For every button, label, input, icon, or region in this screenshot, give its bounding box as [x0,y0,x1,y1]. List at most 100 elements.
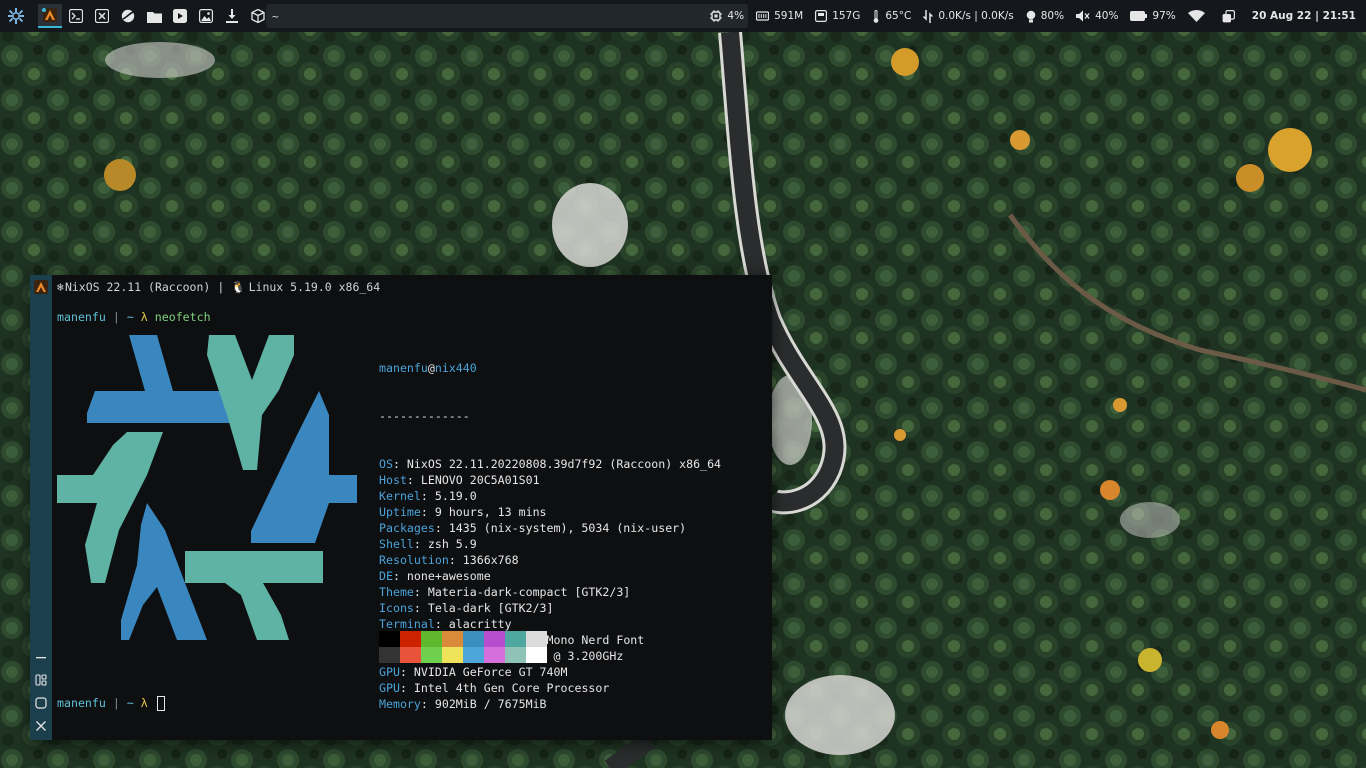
info-colon: : [413,585,421,599]
palette-swatch [526,631,547,647]
info-value: Intel 4th Gen Core Processor [406,681,610,695]
info-value: Materia-dark-compact [GTK2/3] [420,585,631,599]
info-value: LENOVO 20C5A01S01 [413,473,540,487]
cpu-indicator[interactable]: 4% [710,10,744,22]
close-icon[interactable] [35,720,47,732]
brightness-value: 80% [1040,10,1065,22]
lightbulb-icon [1026,10,1036,22]
info-value: NixOS 22.11.20220808.39d7f92 (Raccoon) x… [399,457,722,471]
files-icon[interactable] [142,4,166,28]
cpu-value: 4% [727,10,745,22]
info-colon: : [392,457,400,471]
alacritty-title-icon [30,275,52,299]
info-key: Host [379,473,407,487]
info-colon: : [392,569,400,583]
memory-icon [756,11,770,21]
info-row: OS: NixOS 22.11.20220808.39d7f92 (Raccoo… [379,456,721,472]
nixos-snowflake-icon: ❄ [57,280,64,294]
info-key: Kernel [379,489,421,503]
active-tag-indicator [42,8,46,12]
info-colon: : [399,681,407,695]
info-colon: : [420,697,428,711]
info-key: Resolution [379,553,449,567]
info-row: GPU: NVIDIA GeForce GT 740M [379,664,721,680]
info-value: Tela-dark [GTK2/3] [420,601,554,615]
terminal-output[interactable]: manenfu | ~ λ neofetch [57,309,211,325]
active-prompt-line[interactable]: manenfu | ~ λ [57,695,165,711]
info-key: Uptime [379,505,421,519]
nixos-ascii-logo [57,335,357,640]
info-key: GPU [379,681,400,695]
alacritty-icon[interactable] [38,4,62,28]
info-row: Uptime: 9 hours, 13 mins [379,504,721,520]
maximize-icon[interactable] [35,697,47,709]
network-manager-indicator[interactable] [1222,9,1240,23]
brightness-indicator[interactable]: 80% [1026,10,1064,23]
cpu-icon [710,10,723,22]
windows-stack-icon [1222,9,1235,22]
text-cursor [156,696,165,711]
youtube-icon[interactable] [168,4,192,28]
prompt-lambda: λ [140,310,148,324]
disk-indicator[interactable]: 157G [815,10,860,22]
palette-swatch-bright [400,647,421,663]
network-speed-icon [923,9,934,23]
info-key: Packages [379,521,435,535]
info-row: Icons: Tela-dark [GTK2/3] [379,600,721,616]
prompt-separator: | [112,696,120,710]
palette-swatch-bright [421,647,442,663]
temperature-indicator[interactable]: 65°C [872,9,912,23]
info-colon: : [434,617,442,631]
image-viewer-icon[interactable] [194,4,218,28]
command-prompt-input[interactable]: ~ [266,4,748,28]
title-kernel: Linux 5.19.0 x86_64 [248,280,381,294]
info-colon: : [448,553,456,567]
terminal-icon[interactable] [64,4,88,28]
info-colon: : [420,489,428,503]
terminal-titlebar[interactable]: ❄ NixOS 22.11 (Raccoon) | 🐧 Linux 5.19.0… [30,275,772,299]
palette-swatch-bright [379,647,400,663]
alacritty-terminal-window[interactable]: ❄ NixOS 22.11 (Raccoon) | 🐧 Linux 5.19.0… [30,275,772,740]
info-key: DE [379,569,393,583]
palette-swatch-bright [526,647,547,663]
browser-icon[interactable] [116,4,140,28]
info-value: zsh 5.9 [420,537,477,551]
info-value: 1366x768 [455,553,519,567]
info-rows: OS: NixOS 22.11.20220808.39d7f92 (Raccoo… [379,456,721,712]
prompt-directory: ~ [126,310,134,324]
disk-value: 157G [832,10,861,22]
volume-indicator[interactable]: 40% [1076,10,1118,22]
prompt-separator: | [112,310,120,324]
top-panel: ~ 4% 591M 157G 65°C 0.0K/s | 0.0K/s 80% [0,0,1366,32]
info-value: NVIDIA GeForce GT 740M [406,665,568,679]
info-row: DE: none+awesome [379,568,721,584]
info-colon: : [434,521,442,535]
network-indicator[interactable]: 0.0K/s | 0.0K/s [923,9,1014,23]
color-palette [379,631,547,663]
palette-swatch [463,631,484,647]
info-host: nix440 [434,361,477,375]
clock[interactable]: 20 Aug 22 | 21:51 [1252,10,1356,22]
layout-icon[interactable] [35,674,47,686]
wifi-icon [1187,10,1205,22]
temperature-value: 65°C [885,10,912,22]
info-value: 902MiB / 7675MiB [427,697,547,711]
title-separator: | [217,280,225,294]
volume-muted-icon [1076,10,1090,22]
nix-launcher-icon[interactable] [0,0,32,32]
minimize-icon[interactable] [35,651,47,663]
battery-indicator[interactable]: 97% [1130,10,1176,22]
download-icon[interactable] [220,4,244,28]
palette-swatch [484,631,505,647]
vscode-icon[interactable] [90,4,114,28]
info-colon: : [413,601,421,615]
logo-teal-lambda-bottom [185,551,323,640]
wifi-indicator[interactable] [1187,10,1210,22]
memory-indicator[interactable]: 591M [756,10,803,22]
info-row: Memory: 902MiB / 7675MiB [379,696,721,712]
linux-tux-icon: 🐧 [231,280,246,294]
battery-value: 97% [1152,10,1176,22]
info-at: @ [427,361,435,375]
palette-swatch-bright [505,647,526,663]
palette-swatch-bright [484,647,505,663]
